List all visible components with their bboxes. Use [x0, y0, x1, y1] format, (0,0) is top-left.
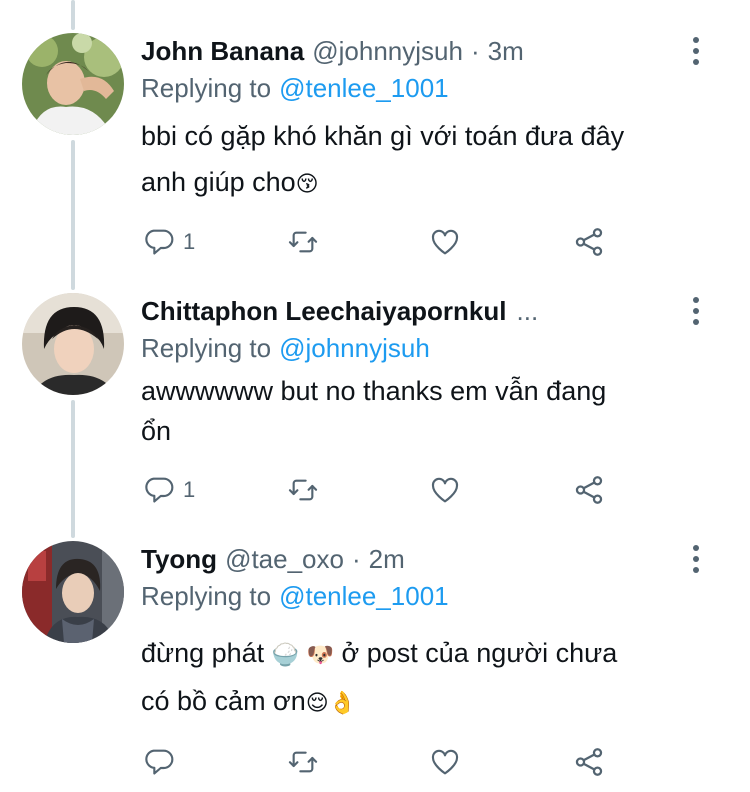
- like-button[interactable]: [428, 742, 462, 782]
- retweet-button[interactable]: [287, 742, 319, 782]
- tweet-header: John Banana @johnnyjsuh · 3m: [141, 33, 524, 69]
- avatar[interactable]: [22, 541, 124, 643]
- more-vertical-icon[interactable]: [684, 541, 708, 577]
- retweet-icon: [288, 479, 318, 501]
- reply-icon: [145, 477, 174, 503]
- avatar[interactable]: [22, 33, 124, 135]
- tweet-text-line: có bồ cảm ơn😌👌: [141, 678, 721, 726]
- reply-button[interactable]: [143, 742, 175, 782]
- avatar-photo: [22, 541, 124, 643]
- separator-dot: ·: [351, 543, 361, 574]
- name-truncation: ...: [516, 295, 539, 326]
- heart-icon: [431, 749, 459, 775]
- tweet-text-segment: đừng phát: [141, 638, 272, 668]
- timestamp[interactable]: 3m: [488, 36, 524, 67]
- tweet-text-line: anh giúp cho😚: [141, 159, 721, 207]
- like-button[interactable]: [428, 222, 462, 262]
- mention-link[interactable]: @johnnyjsuh: [279, 333, 430, 364]
- display-name[interactable]: Tyong: [141, 544, 217, 575]
- ok-hand-emoji: 👌: [328, 690, 357, 715]
- tweet-text-segment: anh giúp cho: [141, 167, 296, 197]
- thread-line: [71, 0, 75, 30]
- tweet-text-line: ổn: [141, 416, 172, 446]
- retweet-icon: [288, 751, 318, 773]
- share-icon: [575, 748, 603, 776]
- retweet-button[interactable]: [287, 222, 319, 262]
- reply-icon: [145, 229, 174, 255]
- avatar-photo: [22, 293, 124, 395]
- tweet-text-line: bbi có gặp khó khăn gì với toán đưa đây: [141, 121, 625, 151]
- dog-face-emoji: 🐶: [306, 642, 335, 667]
- share-button[interactable]: [572, 742, 606, 782]
- display-name[interactable]: John Banana: [141, 36, 304, 67]
- username[interactable]: @johnnyjsuh: [312, 36, 463, 67]
- reply-count: 1: [183, 477, 196, 502]
- avatar-photo: [22, 33, 124, 135]
- thread-line: [71, 400, 75, 538]
- heart-icon: [431, 229, 459, 255]
- reply-button[interactable]: 1: [143, 470, 195, 510]
- action-bar: 1: [0, 222, 750, 262]
- tweet-text: bbi có gặp khó khăn gì với toán đưa đây …: [141, 113, 721, 207]
- action-bar: [0, 742, 750, 782]
- tweet-text-line: đừng phát 🍚 🐶 ở post của người chưa: [141, 630, 721, 678]
- avatar[interactable]: [22, 293, 124, 395]
- reply-icon: [145, 749, 174, 775]
- relieved-face-emoji: 😌: [305, 690, 329, 715]
- share-button[interactable]: [572, 222, 606, 262]
- replying-to-label: Replying to: [141, 580, 272, 611]
- mention-link[interactable]: @tenlee_1001: [279, 73, 449, 104]
- tweet-text-line: awwwwww but no thanks em vẫn đang: [141, 376, 607, 406]
- retweet-button[interactable]: [287, 470, 319, 510]
- mention-link[interactable]: @tenlee_1001: [279, 581, 449, 612]
- like-button[interactable]: [428, 470, 462, 510]
- reply-button[interactable]: 1: [143, 222, 195, 262]
- share-button[interactable]: [572, 470, 606, 510]
- display-name[interactable]: Chittaphon Leechaiyapornkul: [141, 296, 507, 327]
- share-icon: [575, 228, 603, 256]
- username[interactable]: @tae_oxo: [225, 544, 344, 575]
- replying-to-label: Replying to: [141, 72, 272, 103]
- replying-to: Replying to @johnnyjsuh: [141, 330, 430, 366]
- tweet-text: đừng phát 🍚 🐶 ở post của người chưa có b…: [141, 630, 721, 726]
- kissing-emoji: 😚: [295, 171, 319, 196]
- retweet-icon: [288, 231, 318, 253]
- separator-dot: ·: [470, 35, 480, 66]
- tweet-header: Tyong @tae_oxo · 2m: [141, 541, 405, 577]
- timestamp[interactable]: 2m: [369, 544, 405, 575]
- replying-to-label: Replying to: [141, 332, 272, 363]
- tweet-header: Chittaphon Leechaiyapornkul ...: [141, 293, 538, 329]
- tweet-text: awwwwww but no thanks em vẫn đang ổn: [141, 371, 721, 451]
- thread-line: [71, 140, 75, 290]
- action-bar: 1: [0, 470, 750, 510]
- replying-to: Replying to @tenlee_1001: [141, 578, 449, 614]
- tweet-text-segment: ở post của người chưa: [334, 638, 618, 668]
- share-icon: [575, 476, 603, 504]
- heart-icon: [431, 477, 459, 503]
- tweet-text-segment: có bồ cảm ơn: [141, 686, 306, 716]
- more-vertical-icon[interactable]: [684, 33, 708, 69]
- reply-count: 1: [183, 229, 196, 254]
- rice-bowl-emoji: 🍚: [271, 642, 300, 667]
- more-vertical-icon[interactable]: [684, 293, 708, 329]
- replying-to: Replying to @tenlee_1001: [141, 70, 449, 106]
